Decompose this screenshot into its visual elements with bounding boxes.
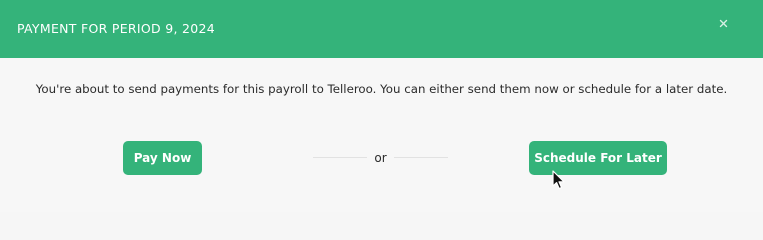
modal-title: PAYMENT FOR PERIOD 9, 2024 xyxy=(17,21,216,36)
close-icon xyxy=(719,19,728,28)
separator-line-right xyxy=(394,157,448,158)
separator-label: or xyxy=(374,151,387,165)
pay-now-button[interactable]: Pay Now xyxy=(123,141,202,175)
payment-modal: PAYMENT FOR PERIOD 9, 2024 You're about … xyxy=(0,0,763,212)
close-button[interactable] xyxy=(714,14,734,34)
separator-line-left xyxy=(313,157,367,158)
modal-message: You're about to send payments for this p… xyxy=(35,82,728,96)
modal-header: PAYMENT FOR PERIOD 9, 2024 xyxy=(0,0,763,58)
or-separator: or xyxy=(313,149,448,167)
schedule-for-later-button[interactable]: Schedule For Later xyxy=(529,141,667,175)
mouse-pointer-icon xyxy=(552,170,565,190)
